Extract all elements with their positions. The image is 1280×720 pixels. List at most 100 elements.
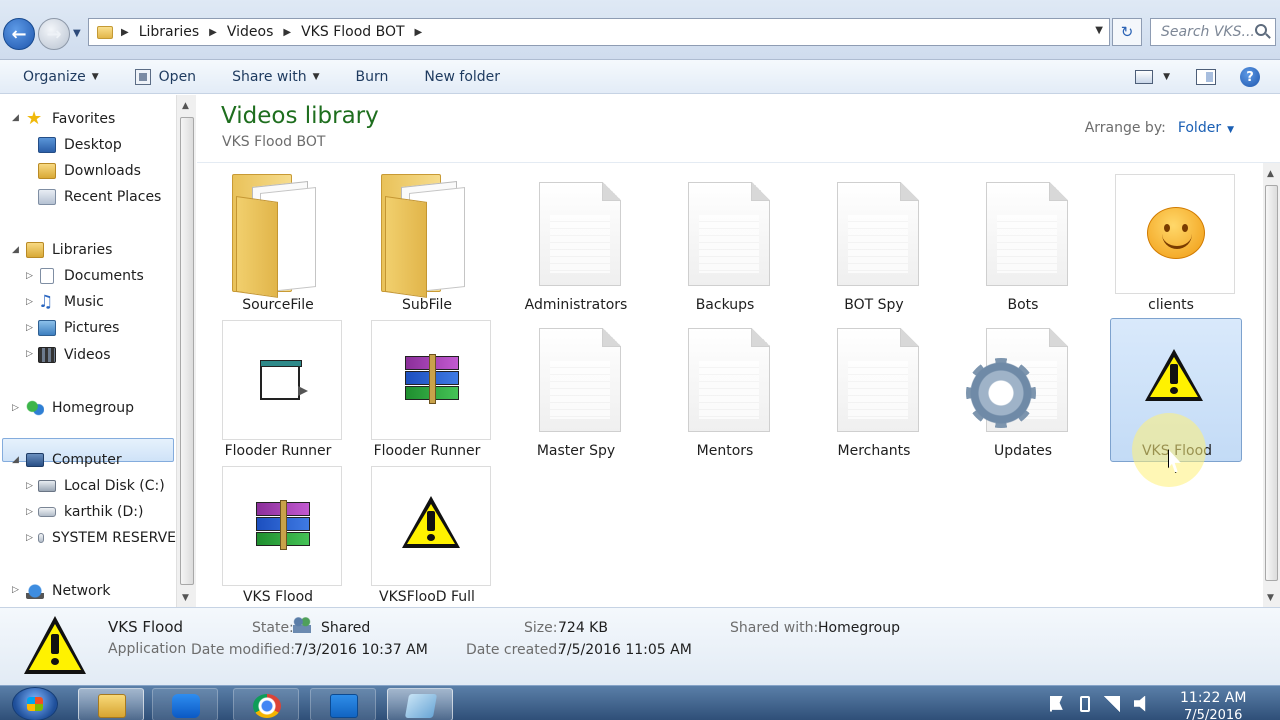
sidebar-item-recent-places[interactable]: Recent Places — [38, 185, 161, 209]
sidebar-item-desktop[interactable]: Desktop — [38, 133, 122, 157]
file-item-backups[interactable]: Backups — [659, 174, 791, 318]
start-button[interactable] — [12, 687, 58, 720]
forward-button[interactable]: → — [38, 18, 70, 50]
sidebar-item-videos[interactable]: Videos — [38, 343, 111, 367]
back-button[interactable]: ← — [3, 18, 35, 50]
refresh-button[interactable]: ↻ — [1112, 18, 1142, 46]
arrange-by-control[interactable]: Arrange by: Folder ▼ — [1085, 120, 1234, 136]
breadcrumb-videos[interactable]: Videos — [227, 24, 274, 40]
blank-file-icon — [539, 182, 621, 286]
open-button[interactable]: Open — [134, 68, 196, 85]
expand-arrow-icon[interactable]: ▷ — [26, 481, 33, 491]
taskbar-chrome-button[interactable] — [233, 688, 299, 720]
sidebar-item-music[interactable]: ♫ Music — [38, 290, 104, 314]
share-with-button[interactable]: Share with ▼ — [232, 69, 319, 85]
network-signal-icon[interactable] — [1104, 695, 1120, 712]
taskbar-app-button[interactable] — [387, 688, 453, 720]
new-folder-label: New folder — [424, 68, 501, 85]
view-options-dropdown-icon[interactable]: ▼ — [1163, 72, 1170, 82]
sidebar-item-system-reserved[interactable]: SYSTEM RESERVE — [38, 526, 176, 550]
taskbar-capture-button[interactable] — [310, 688, 376, 720]
shared-with-label: Shared with: — [730, 620, 819, 636]
file-item-bots[interactable]: Bots — [957, 174, 1089, 318]
file-item-sourcefile[interactable]: SourceFile — [212, 174, 344, 318]
expand-arrow-icon[interactable]: ▷ — [26, 507, 33, 517]
scroll-up-icon[interactable]: ▲ — [182, 101, 189, 111]
preview-pane-icon[interactable] — [1196, 69, 1216, 85]
sidebar-item-computer[interactable]: Computer — [26, 448, 122, 472]
expand-arrow-icon[interactable]: ▷ — [26, 271, 33, 281]
file-item-updates[interactable]: Updates — [957, 320, 1089, 464]
file-item-administrators[interactable]: Administrators — [510, 174, 642, 318]
file-item-subfile[interactable]: SubFile — [361, 174, 493, 318]
breadcrumb-current-folder[interactable]: VKS Flood BOT — [301, 24, 404, 40]
battery-icon[interactable] — [1080, 695, 1090, 712]
breadcrumb[interactable]: ▶ Libraries ▶ Videos ▶ VKS Flood BOT ▶ ▼ — [88, 18, 1110, 46]
burn-button[interactable]: Burn — [356, 69, 389, 85]
search-input[interactable]: Search VKS... — [1150, 18, 1276, 46]
file-item-label: Updates — [994, 443, 1052, 459]
sidebar-item-homegroup[interactable]: Homegroup — [26, 396, 134, 420]
action-center-flag-icon[interactable] — [1050, 695, 1063, 712]
file-item-label: Bots — [1007, 297, 1039, 313]
file-item-label: SourceFile — [242, 297, 314, 313]
file-item-vksflood-full[interactable]: VKSFlooD Full — [361, 466, 493, 610]
collapse-arrow-icon[interactable]: ◢ — [12, 113, 19, 123]
nav-scrollbar-thumb[interactable] — [180, 117, 194, 585]
chevron-right-icon[interactable]: ▶ — [121, 27, 129, 38]
change-view-icon[interactable] — [1135, 70, 1154, 84]
taskbar-teamviewer-button[interactable] — [152, 688, 218, 720]
recent-pages-dropdown-icon[interactable]: ▼ — [73, 28, 81, 39]
expand-arrow-icon[interactable]: ▷ — [12, 585, 19, 595]
sidebar-item-pictures[interactable]: Pictures — [38, 316, 119, 340]
sidebar-item-downloads[interactable]: Downloads — [38, 159, 141, 183]
scroll-down-icon[interactable]: ▼ — [182, 593, 189, 603]
sidebar-item-karthik-drive[interactable]: karthik (D:) — [38, 500, 143, 524]
file-item-flooder-runner-app[interactable]: Flooder Runner — [212, 320, 344, 464]
breadcrumb-libraries[interactable]: Libraries — [139, 24, 199, 40]
explorer-icon — [98, 694, 126, 718]
file-item-flooder-runner-archive[interactable]: Flooder Runner — [361, 320, 493, 464]
sidebar-item-local-disk[interactable]: Local Disk (C:) — [38, 474, 165, 498]
chevron-right-icon[interactable]: ▶ — [283, 27, 291, 38]
content-scrollbar-thumb[interactable] — [1265, 185, 1278, 581]
sidebar-item-network[interactable]: Network — [26, 579, 110, 603]
open-icon — [134, 68, 151, 85]
sidebar-item-documents[interactable]: Documents — [38, 264, 144, 288]
expand-arrow-icon[interactable]: ▷ — [12, 403, 19, 413]
date-created-label: Date created: — [466, 642, 562, 658]
taskbar-explorer-button[interactable] — [78, 688, 144, 720]
blank-file-icon — [688, 182, 770, 286]
new-folder-button[interactable]: New folder — [424, 69, 500, 85]
taskbar-clock[interactable]: 11:22 AM 7/5/2016 — [1180, 690, 1246, 720]
file-item-merchants[interactable]: Merchants — [808, 320, 940, 464]
expand-arrow-icon[interactable]: ▷ — [26, 323, 33, 333]
search-icon[interactable] — [1255, 24, 1267, 36]
star-icon: ★ — [26, 108, 43, 129]
chevron-right-icon[interactable]: ▶ — [209, 27, 217, 38]
volume-icon[interactable] — [1134, 695, 1146, 712]
refresh-icon: ↻ — [1120, 23, 1134, 41]
file-item-bot-spy[interactable]: BOT Spy — [808, 174, 940, 318]
expand-arrow-icon[interactable]: ▷ — [26, 349, 33, 359]
file-item-label: VKS Flood — [242, 589, 314, 605]
file-item-clients[interactable]: clients — [1105, 174, 1237, 318]
file-item-mentors[interactable]: Mentors — [659, 320, 791, 464]
chevron-right-icon[interactable]: ▶ — [415, 27, 423, 38]
sidebar-item-libraries[interactable]: Libraries — [26, 238, 112, 262]
collapse-arrow-icon[interactable]: ◢ — [12, 455, 19, 465]
collapse-arrow-icon[interactable]: ◢ — [12, 245, 19, 255]
nav-scrollbar[interactable]: ▲ ▼ — [176, 95, 196, 607]
navigation-pane: ◢ ★ Favorites Desktop Downloads Recent Pl… — [0, 95, 196, 607]
expand-arrow-icon[interactable]: ▷ — [26, 297, 33, 307]
expand-arrow-icon[interactable]: ▷ — [26, 533, 33, 543]
help-icon[interactable]: ? — [1240, 67, 1260, 87]
address-history-dropdown-icon[interactable]: ▼ — [1095, 25, 1103, 36]
scroll-up-icon[interactable]: ▲ — [1267, 169, 1274, 179]
file-item-master-spy[interactable]: Master Spy — [510, 320, 642, 464]
file-item-vks-flood-archive[interactable]: VKS Flood — [212, 466, 344, 610]
content-scrollbar[interactable]: ▲ ▼ — [1263, 163, 1280, 607]
scroll-down-icon[interactable]: ▼ — [1267, 593, 1274, 603]
organize-button[interactable]: Organize ▼ — [23, 69, 99, 85]
sidebar-item-favorites[interactable]: ★ Favorites — [26, 107, 115, 131]
